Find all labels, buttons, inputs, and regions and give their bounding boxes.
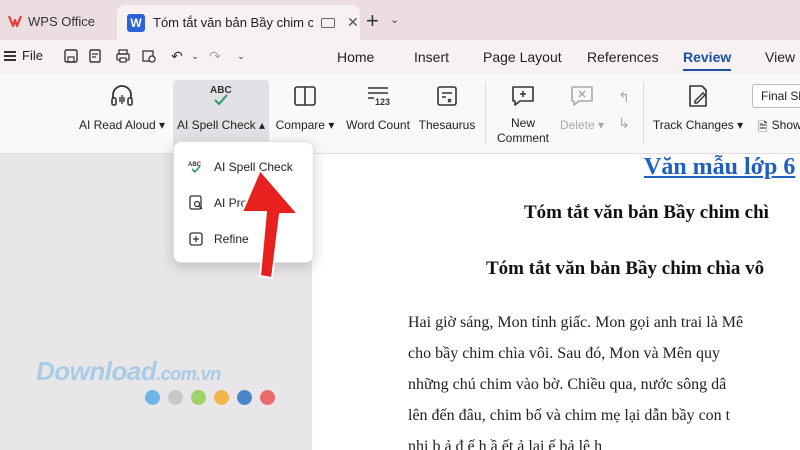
show-markup-button[interactable]: 🗎 Show — [758, 118, 800, 139]
quick-access-chevron-down-icon[interactable]: ⌄ — [232, 47, 250, 65]
delete-label: Delete — [559, 118, 595, 132]
svg-text:ABC: ABC — [210, 85, 232, 96]
compare-button[interactable]: Compare ▾ — [272, 80, 338, 150]
track-changes-button[interactable]: Track Changes ▾ — [652, 80, 744, 150]
print-icon[interactable] — [114, 47, 132, 65]
compare-icon — [293, 80, 317, 112]
chevron-down-icon: ▾ — [737, 118, 744, 132]
tab-document-title: Tóm tắt văn bản Bầy chim chìa vôi — [153, 15, 313, 30]
document-link[interactable]: Văn mẫu lớp 6 — [644, 154, 795, 181]
watermark-dot — [168, 390, 183, 405]
track-changes-icon — [686, 80, 710, 112]
new-comment-label-line2: Comment — [496, 131, 549, 145]
headphones-icon — [109, 80, 135, 112]
ai-spell-check-label: AI Spell Check — [176, 118, 256, 132]
paragraph-line: lên đến đâu, chim bố và chim mẹ lại dẫn … — [408, 407, 731, 424]
thesaurus-icon — [435, 80, 459, 112]
new-comment-label-line1: New — [510, 116, 535, 130]
file-menu-button[interactable]: File — [4, 48, 43, 63]
paragraph-line: những chú chim vào bờ. Chiều qua, nước s… — [408, 376, 727, 393]
tab-document[interactable]: W Tóm tắt văn bản Bầy chim chìa vôi ✕ — [117, 5, 360, 40]
chevron-down-icon: ▾ — [328, 118, 335, 132]
paragraph-line: Hai giờ sáng, Mon tỉnh giấc. Mon gọi anh… — [408, 314, 744, 331]
tab-references[interactable]: References — [587, 49, 659, 65]
watermark-dot — [214, 390, 229, 405]
print-preview-icon[interactable] — [140, 47, 158, 65]
svg-text:123: 123 — [375, 97, 390, 107]
track-changes-label: Track Changes — [652, 118, 734, 132]
ribbon-divider — [643, 82, 644, 144]
redo-icon[interactable]: ↷ — [206, 47, 224, 65]
delete-comment-button[interactable]: Delete ▾ — [556, 80, 608, 150]
writer-doc-icon: W — [127, 13, 145, 32]
tab-wps-office[interactable]: WPS Office — [0, 6, 112, 36]
chevron-down-icon: ▾ — [159, 118, 166, 132]
show-markup-icon: 🗎 — [758, 120, 768, 134]
next-comment-icon[interactable]: ↳ — [615, 114, 633, 132]
delete-comment-icon — [569, 80, 595, 112]
display-for-review-select[interactable]: Final Sh — [752, 84, 800, 108]
close-tab-icon[interactable]: ✕ — [347, 14, 359, 31]
save-icon[interactable] — [62, 47, 80, 65]
title-bar: WPS Office W Tóm tắt văn bản Bầy chim ch… — [0, 0, 800, 40]
thesaurus-label: Thesaurus — [418, 118, 476, 132]
abc-check-icon: ABC — [188, 159, 204, 175]
tab-home[interactable]: Home — [337, 49, 374, 65]
compare-label: Compare — [275, 118, 325, 132]
previous-comment-icon[interactable]: ↰ — [615, 88, 633, 106]
word-count-icon: 123 — [365, 80, 391, 112]
export-pdf-icon[interactable] — [86, 47, 104, 65]
watermark-dot — [191, 390, 206, 405]
monitor-icon[interactable] — [321, 17, 335, 28]
word-count-button[interactable]: 123 Word Count — [342, 80, 414, 150]
tab-list-chevron-down-icon[interactable]: ⌄ — [390, 13, 399, 26]
ai-read-aloud-button[interactable]: AI Read Aloud ▾ — [74, 80, 170, 150]
tab-wps-label: WPS Office — [28, 13, 95, 29]
wps-logo-icon — [7, 14, 23, 28]
show-label: Show — [771, 118, 800, 132]
new-tab-plus-icon[interactable]: + — [366, 8, 379, 34]
review-ribbon: AI Read Aloud ▾ ABC AI Spell Check ▴ Com… — [0, 74, 800, 154]
chevron-down-icon: ▾ — [598, 118, 605, 132]
abc-check-icon: ABC — [206, 80, 236, 112]
download-watermark-logo: Download.com.vn — [36, 356, 221, 386]
file-menu-label: File — [22, 48, 43, 63]
ai-proofread-icon — [188, 195, 204, 211]
undo-icon[interactable]: ↶ — [168, 47, 186, 65]
paragraph-line: cho bầy chim chìa vôi. Sau đó, Mon và Mê… — [408, 345, 720, 362]
watermark-dot — [260, 390, 275, 405]
new-comment-button[interactable]: New Comment — [492, 80, 554, 150]
hamburger-icon — [4, 50, 16, 61]
undo-chevron-down-icon[interactable]: ⌄ — [186, 47, 204, 65]
tab-review[interactable]: Review — [683, 49, 732, 71]
tab-view[interactable]: View — [765, 49, 795, 65]
refine-icon — [188, 231, 204, 247]
menu-bar: File ↶ ⌄ ↷ ⌄ Home Insert Page Layout Ref… — [0, 40, 800, 74]
ai-read-aloud-label: AI Read Aloud — [78, 118, 156, 132]
watermark-dot — [145, 390, 160, 405]
paragraph-line: nhi b ả đ ế h ầ ết ả lại ế bả lê h — [408, 438, 603, 450]
watermark-dot — [237, 390, 252, 405]
ai-spell-check-button[interactable]: ABC AI Spell Check ▴ — [173, 80, 269, 150]
watermark-dots — [145, 390, 275, 405]
red-pointer-arrow — [241, 169, 299, 279]
tab-insert[interactable]: Insert — [414, 49, 449, 65]
document-subheading: Tóm tắt văn bản Bầy chim chìa vô — [486, 258, 765, 279]
tab-page-layout[interactable]: Page Layout — [483, 49, 562, 65]
chevron-up-icon: ▴ — [259, 118, 266, 132]
thesaurus-button[interactable]: Thesaurus — [416, 80, 478, 150]
document-heading: Tóm tắt văn bản Bầy chim chì — [524, 202, 769, 223]
word-count-label: Word Count — [346, 118, 410, 132]
ribbon-divider — [485, 82, 486, 144]
new-comment-icon — [510, 80, 536, 112]
document-page[interactable]: Văn mẫu lớp 6 Tóm tắt văn bản Bầy chim c… — [312, 154, 800, 450]
